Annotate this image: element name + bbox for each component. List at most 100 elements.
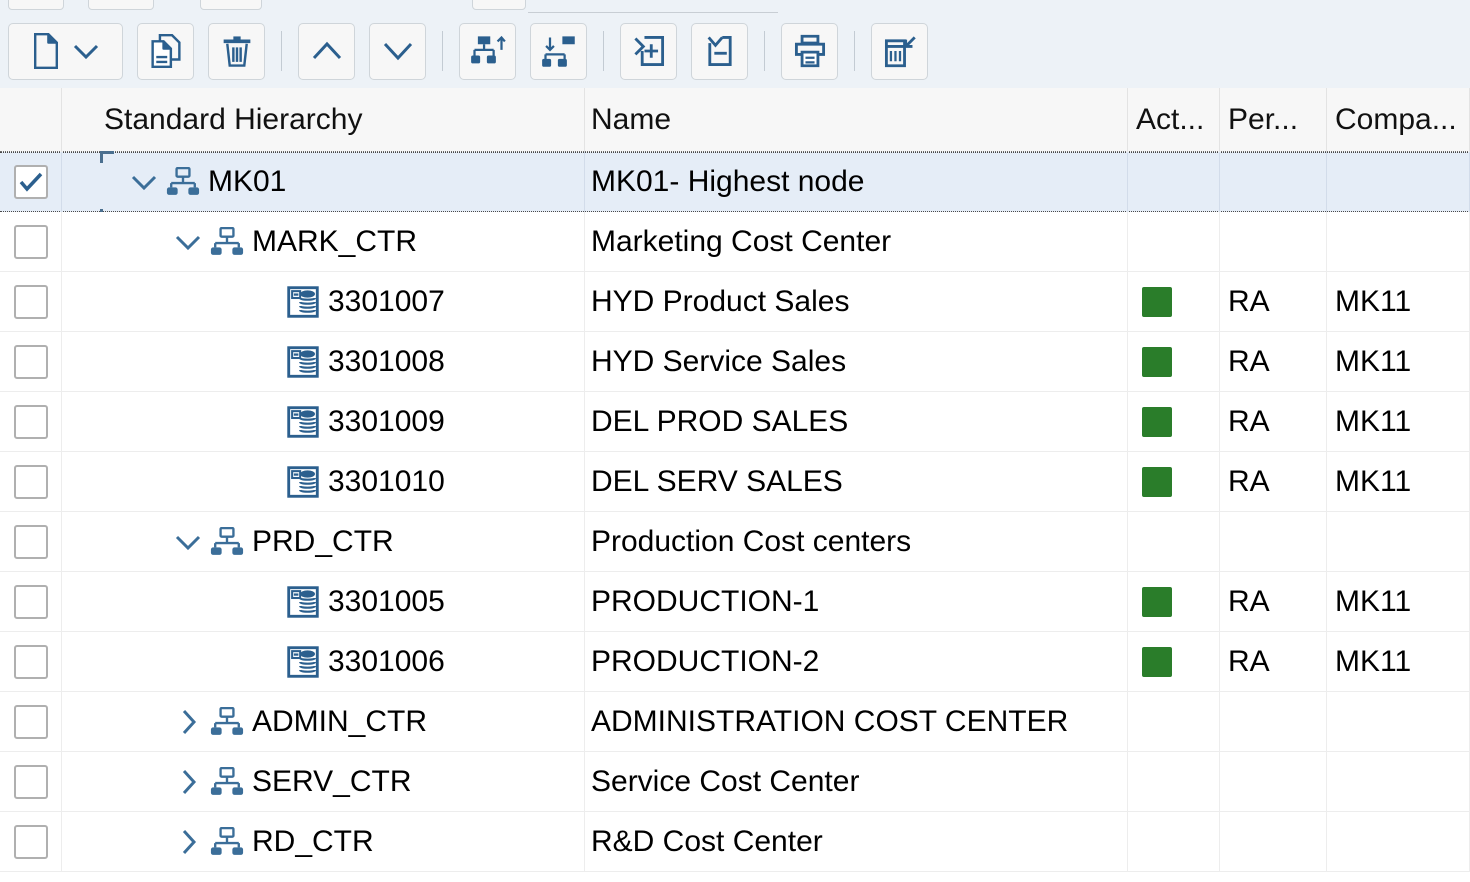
- table-row[interactable]: 3301006PRODUCTION-2RAMK11: [0, 632, 1470, 692]
- column-header-name[interactable]: Name: [585, 88, 1128, 152]
- hierarchy-cell[interactable]: MK01: [62, 152, 585, 212]
- name-cell: DEL PROD SALES: [585, 392, 1128, 452]
- toolbar-separator-2: [442, 31, 443, 71]
- clipped-toolbar-strip: [0, 0, 1470, 14]
- collapse-chevron-down-icon[interactable]: [168, 212, 208, 272]
- row-checkbox[interactable]: [14, 165, 48, 199]
- hierarchy-cell[interactable]: MARK_CTR: [62, 212, 585, 272]
- column-header-per[interactable]: Per...: [1220, 88, 1327, 152]
- table-row[interactable]: 3301009 DEL PROD SALES RA MK11: [0, 392, 1470, 452]
- hierarchy-cell[interactable]: 3301006: [62, 632, 585, 692]
- hierarchy-cell[interactable]: 3301008: [62, 332, 585, 392]
- collapse-all-button[interactable]: [691, 23, 748, 80]
- name-cell: DEL SERV SALES: [585, 452, 1128, 512]
- move-up-button[interactable]: [298, 23, 355, 80]
- hierarchy-cell[interactable]: 3301009: [62, 392, 585, 452]
- name-label: PRODUCTION-2: [591, 645, 819, 679]
- delete-button[interactable]: [208, 23, 265, 80]
- row-select-cell[interactable]: [0, 392, 62, 452]
- hierarchy-id-label: 3301007: [328, 285, 445, 319]
- row-select-cell[interactable]: [0, 632, 62, 692]
- column-header-hierarchy[interactable]: Standard Hierarchy: [62, 88, 585, 152]
- row-select-cell[interactable]: [0, 152, 62, 212]
- hierarchy-cell[interactable]: 3301010: [62, 452, 585, 512]
- cost-center-icon: [284, 586, 322, 618]
- export-button[interactable]: [871, 23, 928, 80]
- table-row[interactable]: RD_CTRR&D Cost Center: [0, 812, 1470, 872]
- clipped-button-1[interactable]: [8, 0, 64, 10]
- table-row[interactable]: 3301007HYD Product SalesRAMK11: [0, 272, 1470, 332]
- hierarchy-cell[interactable]: 3301007: [62, 272, 585, 332]
- clipped-button-3[interactable]: [200, 0, 262, 10]
- chevron-down-icon[interactable]: [71, 41, 101, 61]
- company-cell: MK11: [1327, 392, 1470, 452]
- name-cell: HYD Service Sales: [585, 332, 1128, 392]
- row-checkbox[interactable]: [14, 765, 48, 799]
- move-down-button[interactable]: [369, 23, 426, 80]
- row-checkbox[interactable]: [14, 405, 48, 439]
- status-badge: [1142, 347, 1172, 377]
- column-header-act[interactable]: Act...: [1128, 88, 1220, 152]
- hierarchy-cell[interactable]: 3301005: [62, 572, 585, 632]
- table-row[interactable]: 3301008HYD Service SalesRAMK11: [0, 332, 1470, 392]
- clipped-button-2[interactable]: [88, 0, 154, 10]
- name-cell: Service Cost Center: [585, 752, 1128, 812]
- clipped-button-4[interactable]: [472, 0, 526, 10]
- status-badge: [1142, 407, 1172, 437]
- act-cell: [1128, 392, 1220, 452]
- row-checkbox[interactable]: [14, 345, 48, 379]
- promote-node-button[interactable]: [459, 23, 516, 80]
- row-checkbox[interactable]: [14, 525, 48, 559]
- hierarchy-cell[interactable]: PRD_CTR: [62, 512, 585, 572]
- row-select-cell[interactable]: [0, 452, 62, 512]
- expand-all-button[interactable]: [620, 23, 677, 80]
- row-select-cell[interactable]: [0, 572, 62, 632]
- row-checkbox[interactable]: [14, 285, 48, 319]
- row-checkbox[interactable]: [14, 585, 48, 619]
- expand-chevron-right-icon[interactable]: [168, 692, 208, 752]
- company-cell: MK11: [1327, 572, 1470, 632]
- copy-button[interactable]: [137, 23, 194, 80]
- row-select-cell[interactable]: [0, 692, 62, 752]
- hierarchy-id-label: 3301009: [328, 405, 445, 439]
- hierarchy-cell[interactable]: ADMIN_CTR: [62, 692, 585, 752]
- table-row[interactable]: PRD_CTRProduction Cost centers: [0, 512, 1470, 572]
- per-cell: [1220, 812, 1327, 872]
- hierarchy-node-icon: [208, 227, 246, 257]
- act-cell: [1128, 812, 1220, 872]
- column-header-company[interactable]: Compa...: [1327, 88, 1470, 152]
- table-row[interactable]: 3301010DEL SERV SALESRAMK11: [0, 452, 1470, 512]
- row-checkbox[interactable]: [14, 705, 48, 739]
- collapse-chevron-down-icon[interactable]: [124, 152, 164, 212]
- table-row[interactable]: 3301005PRODUCTION-1RAMK11: [0, 572, 1470, 632]
- status-badge: [1142, 467, 1172, 497]
- hierarchy-cell[interactable]: SERV_CTR: [62, 752, 585, 812]
- expand-chevron-right-icon[interactable]: [168, 752, 208, 812]
- row-checkbox[interactable]: [14, 825, 48, 859]
- print-button[interactable]: [781, 23, 838, 80]
- row-checkbox[interactable]: [14, 225, 48, 259]
- table-row[interactable]: MK01MK01- Highest node: [0, 152, 1470, 212]
- collapse-chevron-down-icon[interactable]: [168, 512, 208, 572]
- hierarchy-cell[interactable]: RD_CTR: [62, 812, 585, 872]
- row-select-cell[interactable]: [0, 512, 62, 572]
- table-row[interactable]: ADMIN_CTRADMINISTRATION COST CENTER: [0, 692, 1470, 752]
- table-row[interactable]: MARK_CTRMarketing Cost Center: [0, 212, 1470, 272]
- per-label: RA: [1228, 405, 1270, 439]
- create-button[interactable]: [8, 23, 123, 80]
- row-checkbox[interactable]: [14, 465, 48, 499]
- hierarchy-id-label: 3301006: [328, 645, 445, 679]
- toolbar-separator-5: [854, 31, 855, 71]
- row-select-cell[interactable]: [0, 272, 62, 332]
- company-cell: [1327, 752, 1470, 812]
- row-select-cell[interactable]: [0, 332, 62, 392]
- row-select-cell[interactable]: [0, 812, 62, 872]
- row-checkbox[interactable]: [14, 645, 48, 679]
- row-select-cell[interactable]: [0, 212, 62, 272]
- table-row[interactable]: SERV_CTRService Cost Center: [0, 752, 1470, 812]
- expand-chevron-right-icon[interactable]: [168, 812, 208, 872]
- name-cell: R&D Cost Center: [585, 812, 1128, 872]
- row-select-cell[interactable]: [0, 752, 62, 812]
- demote-node-button[interactable]: [530, 23, 587, 80]
- per-cell: [1220, 512, 1327, 572]
